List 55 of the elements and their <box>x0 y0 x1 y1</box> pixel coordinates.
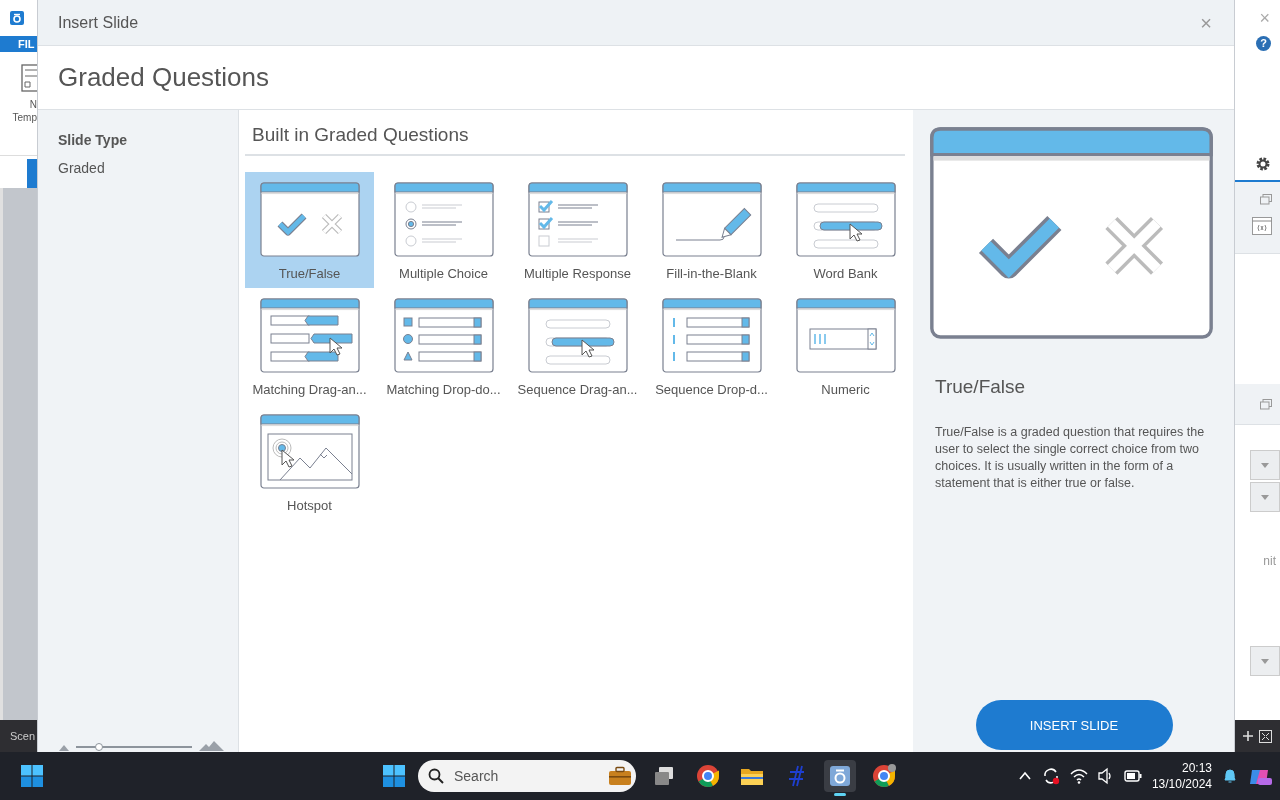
settings-icon[interactable] <box>1255 156 1271 172</box>
sidebar-item[interactable]: Graded <box>58 160 238 176</box>
fit-icon[interactable] <box>1259 729 1272 743</box>
question-type-tile[interactable]: Multiple Response <box>513 172 642 288</box>
clock[interactable]: 20:13 13/10/2024 <box>1151 760 1212 792</box>
question-type-tile[interactable]: Numeric <box>781 288 910 404</box>
windows-logo-icon[interactable] <box>382 764 406 788</box>
caret-icon <box>1261 494 1269 500</box>
volume-icon[interactable] <box>1097 767 1114 785</box>
question-type-tile[interactable]: Sequence Drop-d... <box>647 288 776 404</box>
chrome-profile-icon[interactable] <box>872 764 896 788</box>
ribbon-button-label: N <box>29 98 37 111</box>
question-type-tile[interactable]: Fill-in-the-Blank <box>647 172 776 288</box>
question-type-tile[interactable]: Word Bank <box>781 172 910 288</box>
dialog-heading: Graded Questions <box>58 62 269 93</box>
slider-thumb[interactable] <box>95 743 104 751</box>
clock-time: 20:13 <box>1181 760 1212 776</box>
search-field[interactable]: Search <box>418 760 636 792</box>
caret-icon <box>1261 462 1269 468</box>
ribbon-tab[interactable]: FIL <box>0 36 37 52</box>
variable-icon[interactable] <box>1252 217 1272 235</box>
insert-slide-button[interactable]: INSERT SLIDE <box>975 700 1173 750</box>
start-button[interactable] <box>20 764 44 788</box>
question-type-tile[interactable]: Matching Drag-an... <box>245 288 374 404</box>
search-icon <box>428 768 444 784</box>
help-button[interactable]: ? <box>1256 36 1271 51</box>
scenes-label: Scen <box>0 720 37 752</box>
question-type-tile[interactable]: Hotspot <box>245 404 374 520</box>
windows-icon[interactable] <box>1260 194 1272 205</box>
windows-icon[interactable] <box>1260 398 1272 410</box>
question-type-tile[interactable]: Sequence Drag-an... <box>513 288 642 404</box>
window-title: Insert Slide <box>58 13 139 32</box>
ribbon-button-label: Temp <box>12 111 37 124</box>
app-logo-icon[interactable] <box>828 764 852 788</box>
section-title: Built in Graded Questions <box>245 124 905 156</box>
search-placeholder: Search <box>454 768 500 784</box>
clock-date: 13/10/2024 <box>1151 776 1212 792</box>
bell-icon[interactable] <box>1222 767 1238 785</box>
briefcase-icon <box>608 766 632 786</box>
sidebar-title: Slide Type <box>58 132 128 148</box>
add-icon[interactable] <box>1243 731 1253 741</box>
question-type-tile[interactable]: Matching Drop-do... <box>379 288 508 404</box>
battery-icon[interactable] <box>1123 767 1142 785</box>
task-view-icon[interactable] <box>652 764 676 788</box>
sync-icon[interactable] <box>1041 767 1060 785</box>
preview-title: True/False <box>935 376 1027 398</box>
chrome-icon[interactable] <box>696 764 720 788</box>
question-type-tile[interactable]: Multiple Choice <box>379 172 508 288</box>
copilot-icon[interactable] <box>1248 767 1272 785</box>
panel-label: nit <box>1263 554 1276 568</box>
preview-description: True/False is a graded question that requires the user to select the single correct choice from two choices. It is usually written in the form of a statement that is either true or false. <box>935 424 1206 492</box>
wifi-icon[interactable] <box>1069 767 1088 785</box>
caret-icon <box>1261 658 1269 664</box>
template-icon <box>21 64 37 92</box>
question-type-tile[interactable]: True/False <box>245 172 374 288</box>
